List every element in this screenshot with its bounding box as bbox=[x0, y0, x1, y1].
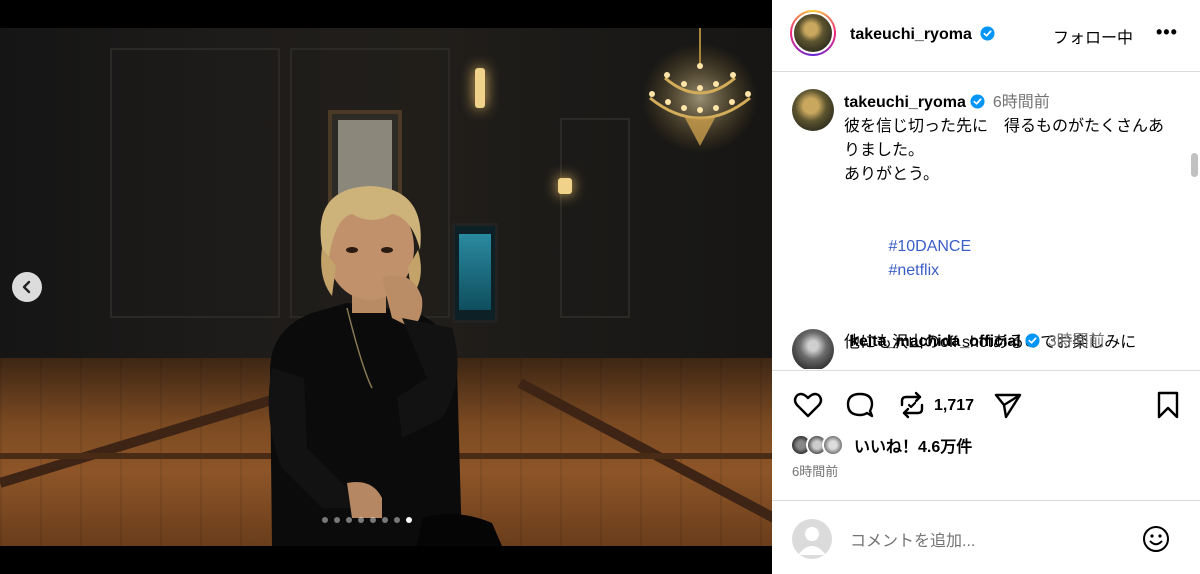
comments-scrollbar[interactable] bbox=[1189, 149, 1199, 369]
commenter-username[interactable]: keita_machida_official bbox=[850, 333, 1021, 350]
share-button[interactable] bbox=[992, 389, 1024, 421]
comment-item: keita_machida_official 3時間前 bbox=[850, 331, 1150, 353]
author-avatar[interactable] bbox=[790, 10, 836, 56]
repost-button[interactable] bbox=[896, 389, 928, 421]
person-figure bbox=[268, 186, 502, 546]
heart-icon bbox=[793, 392, 823, 418]
default-avatar-icon bbox=[798, 527, 826, 555]
hashtag-link[interactable]: #netflix bbox=[888, 262, 939, 279]
author-username-link[interactable]: takeuchi_ryoma bbox=[850, 26, 995, 44]
likes-summary[interactable]: いいね！4.6万件 bbox=[790, 430, 972, 460]
verified-badge-icon bbox=[980, 26, 995, 41]
carousel-dot[interactable] bbox=[382, 517, 388, 523]
caption-username[interactable]: takeuchi_ryoma bbox=[844, 94, 966, 111]
repost-count: 1,717 bbox=[934, 397, 975, 414]
post-media bbox=[0, 0, 772, 574]
carousel-dot[interactable] bbox=[394, 517, 400, 523]
comment-bubble-icon bbox=[846, 392, 874, 418]
carousel-dot[interactable] bbox=[322, 517, 328, 523]
emoji-button[interactable] bbox=[1142, 525, 1170, 553]
carousel-dot[interactable] bbox=[358, 517, 364, 523]
liker-avatar bbox=[822, 434, 844, 456]
add-comment-bar: コメントを追加... bbox=[772, 500, 1200, 574]
wall-lamp bbox=[475, 68, 485, 108]
comment-button[interactable] bbox=[844, 389, 876, 421]
post-caption: takeuchi_ryoma 6時間前 彼を信じ切った先に 得るものがたくさんあり… bbox=[844, 91, 1174, 355]
like-button[interactable] bbox=[792, 389, 824, 421]
more-options-icon[interactable]: ••• bbox=[1156, 22, 1178, 43]
comment-input[interactable]: コメントを追加... bbox=[850, 527, 975, 551]
following-button[interactable]: フォロー中 bbox=[1053, 24, 1133, 48]
wall-lamp bbox=[558, 178, 572, 194]
post-side-panel: takeuchi_ryoma フォロー中 ••• takeuchi_ryoma 6… bbox=[772, 0, 1200, 574]
previous-slide-button[interactable] bbox=[12, 272, 42, 302]
save-button[interactable] bbox=[1152, 389, 1184, 421]
chandelier bbox=[642, 28, 758, 153]
carousel-dot[interactable] bbox=[334, 517, 340, 523]
carousel-dot[interactable] bbox=[370, 517, 376, 523]
repost-icon bbox=[900, 391, 924, 419]
likes-count[interactable]: いいね！4.6万件 bbox=[854, 433, 972, 457]
chevron-left-icon bbox=[20, 280, 34, 294]
verified-badge-icon bbox=[970, 94, 985, 109]
send-icon bbox=[994, 393, 1022, 419]
hashtag-link[interactable]: #10DANCE bbox=[888, 238, 971, 255]
commenter-avatar[interactable] bbox=[792, 329, 834, 369]
comments-section: takeuchi_ryoma 6時間前 彼を信じ切った先に 得るものがたくさんあり… bbox=[772, 73, 1200, 369]
post-header: takeuchi_ryoma フォロー中 ••• bbox=[772, 0, 1200, 72]
current-user-avatar bbox=[792, 519, 832, 559]
carousel-dot[interactable] bbox=[406, 517, 412, 523]
smiley-icon bbox=[1143, 526, 1169, 552]
caption-time: 6時間前 bbox=[992, 94, 1050, 111]
bookmark-icon bbox=[1157, 391, 1179, 419]
carousel-dot[interactable] bbox=[346, 517, 352, 523]
caption-line-2: ありがとう。 bbox=[844, 166, 940, 183]
posted-time: 6時間前 bbox=[792, 464, 839, 479]
post-photo[interactable] bbox=[0, 28, 772, 546]
carousel-indicator bbox=[322, 517, 412, 523]
verified-badge-icon bbox=[1025, 333, 1040, 348]
comment-time: 3時間前 bbox=[1047, 333, 1105, 350]
caption-line-1: 彼を信じ切った先に 得るものがたくさんありました。 bbox=[844, 118, 1165, 159]
caption-author-avatar[interactable] bbox=[792, 89, 834, 131]
instagram-post-modal: takeuchi_ryoma フォロー中 ••• takeuchi_ryoma 6… bbox=[0, 0, 1200, 574]
author-username: takeuchi_ryoma bbox=[850, 26, 972, 43]
